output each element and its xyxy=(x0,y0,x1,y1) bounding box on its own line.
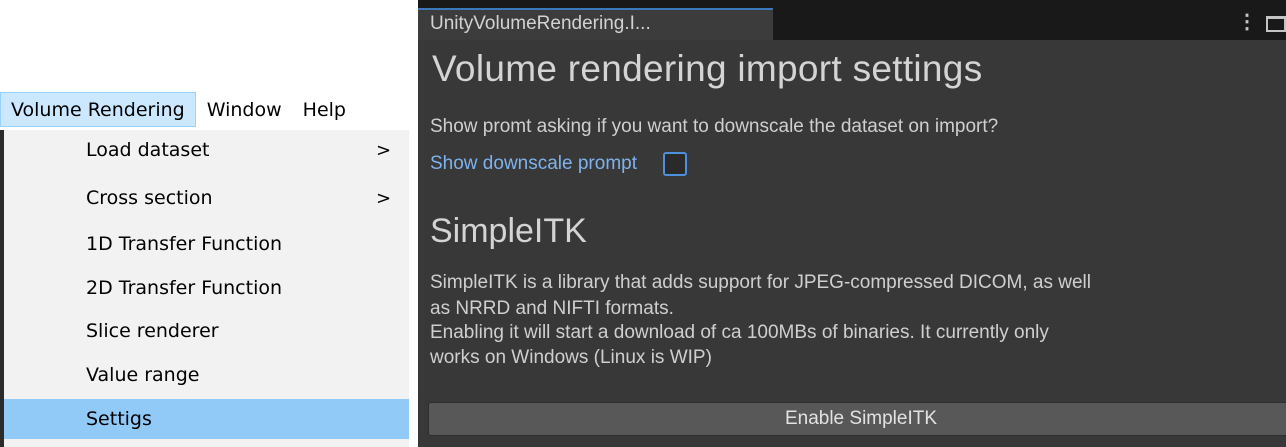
menu-item-label: Settigs xyxy=(86,408,152,430)
menu-bar: Volume Rendering Window Help xyxy=(0,92,409,127)
kebab-menu-icon[interactable]: ⋮ xyxy=(1237,12,1257,32)
downscale-toggle-label[interactable]: Show downscale prompt xyxy=(430,153,637,175)
menu-item-value-range[interactable]: Value range xyxy=(4,355,409,395)
editor-menu-area: Volume Rendering Window Help Load datase… xyxy=(0,0,409,447)
window-tab[interactable]: UnityVolumeRendering.I... xyxy=(418,8,773,40)
menu-item-1d-transfer-function[interactable]: 1D Transfer Function xyxy=(4,224,409,264)
menu-item-label: 1D Transfer Function xyxy=(86,233,283,255)
downscale-description: Show promt asking if you want to downsca… xyxy=(430,116,999,137)
menu-item-label: Slice renderer xyxy=(86,320,219,342)
menu-volume-rendering[interactable]: Volume Rendering xyxy=(0,92,196,127)
menu-item-label: Cross section xyxy=(86,187,213,209)
submenu-arrow-icon: > xyxy=(376,187,392,209)
menu-item-settings[interactable]: Settigs xyxy=(4,399,409,439)
submenu-arrow-icon: > xyxy=(376,139,392,161)
menu-item-label: Value range xyxy=(86,364,200,386)
simpleitk-description-line: Enabling it will start a download of ca … xyxy=(430,322,1049,343)
menu-item-label: 2D Transfer Function xyxy=(86,277,283,299)
import-settings-heading: Volume rendering import settings xyxy=(432,48,983,89)
menu-item-load-dataset[interactable]: Load dataset > xyxy=(4,130,409,170)
enable-simpleitk-button[interactable]: Enable SimpleITK xyxy=(428,402,1286,436)
downscale-toggle-row[interactable]: Show downscale prompt xyxy=(430,150,687,178)
simpleitk-description-line: as NRRD and NIFTI formats. xyxy=(430,298,674,319)
menu-window[interactable]: Window xyxy=(196,92,292,127)
volume-rendering-dropdown: Load dataset > Cross section > 1D Transf… xyxy=(0,130,409,447)
maximize-icon[interactable] xyxy=(1266,16,1286,32)
menu-item-2d-transfer-function[interactable]: 2D Transfer Function xyxy=(4,268,409,308)
settings-window: UnityVolumeRendering.I... ⋮ Volume rende… xyxy=(409,0,1286,447)
menu-help[interactable]: Help xyxy=(292,92,356,127)
window-tab-bar: UnityVolumeRendering.I... ⋮ xyxy=(418,0,1286,40)
menu-item-cross-section[interactable]: Cross section > xyxy=(4,178,409,218)
simpleitk-heading: SimpleITK xyxy=(430,212,587,250)
downscale-prompt-checkbox[interactable] xyxy=(663,152,687,176)
menu-item-label: Load dataset xyxy=(86,139,210,161)
simpleitk-description-line: works on Windows (Linux is WIP) xyxy=(430,347,712,368)
menu-item-slice-renderer[interactable]: Slice renderer xyxy=(4,311,409,351)
simpleitk-description-line: SimpleITK is a library that adds support… xyxy=(430,272,1092,293)
